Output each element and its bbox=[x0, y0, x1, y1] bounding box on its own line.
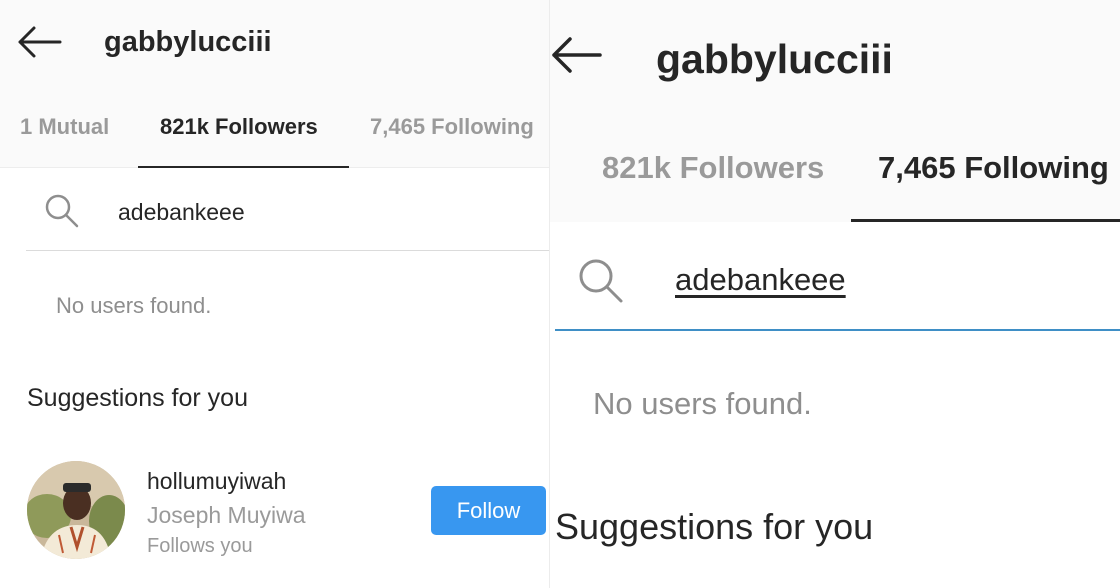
search-input-underline bbox=[555, 329, 1120, 331]
search-input[interactable]: adebankeee bbox=[118, 199, 245, 226]
follows-you-label: Follows you bbox=[147, 535, 253, 557]
back-arrow-icon[interactable] bbox=[16, 25, 62, 59]
back-arrow-icon[interactable] bbox=[550, 35, 602, 75]
suggestion-username[interactable]: hollumuyiwah bbox=[147, 468, 286, 495]
search-input-underline bbox=[26, 250, 549, 251]
suggestions-heading: Suggestions for you bbox=[27, 384, 248, 412]
no-results-message: No users found. bbox=[593, 386, 812, 421]
profile-header-area: gabbylucciii 821k Followers 7,465 Follow… bbox=[550, 0, 1120, 222]
right-screenshot-panel: gabbylucciii 821k Followers 7,465 Follow… bbox=[549, 0, 1120, 588]
profile-username-title: gabbylucciii bbox=[104, 26, 272, 58]
tab-following[interactable]: 7,465 Following bbox=[370, 114, 534, 140]
tab-mutual[interactable]: 1 Mutual bbox=[20, 114, 109, 140]
search-input[interactable]: adebankeee bbox=[675, 262, 846, 298]
tab-followers[interactable]: 821k Followers bbox=[160, 114, 318, 140]
avatar[interactable] bbox=[27, 461, 125, 559]
search-icon bbox=[579, 259, 623, 303]
left-screenshot-panel: gabbylucciii 1 Mutual 821k Followers 7,4… bbox=[0, 0, 549, 588]
no-results-message: No users found. bbox=[56, 293, 212, 318]
suggestion-full-name: Joseph Muyiwa bbox=[147, 502, 306, 528]
active-tab-indicator bbox=[138, 166, 349, 168]
profile-username-title: gabbylucciii bbox=[656, 36, 893, 82]
tab-followers[interactable]: 821k Followers bbox=[602, 150, 824, 186]
tab-following[interactable]: 7,465 Following bbox=[878, 150, 1109, 186]
suggestion-list-item[interactable]: hollumuyiwah Joseph Muyiwa Follows you F… bbox=[0, 455, 549, 565]
follow-button[interactable]: Follow bbox=[431, 486, 546, 535]
suggestions-heading: Suggestions for you bbox=[555, 506, 874, 547]
search-icon bbox=[45, 194, 79, 228]
profile-header-area: gabbylucciii 1 Mutual 821k Followers 7,4… bbox=[0, 0, 549, 168]
active-tab-indicator bbox=[851, 219, 1120, 222]
